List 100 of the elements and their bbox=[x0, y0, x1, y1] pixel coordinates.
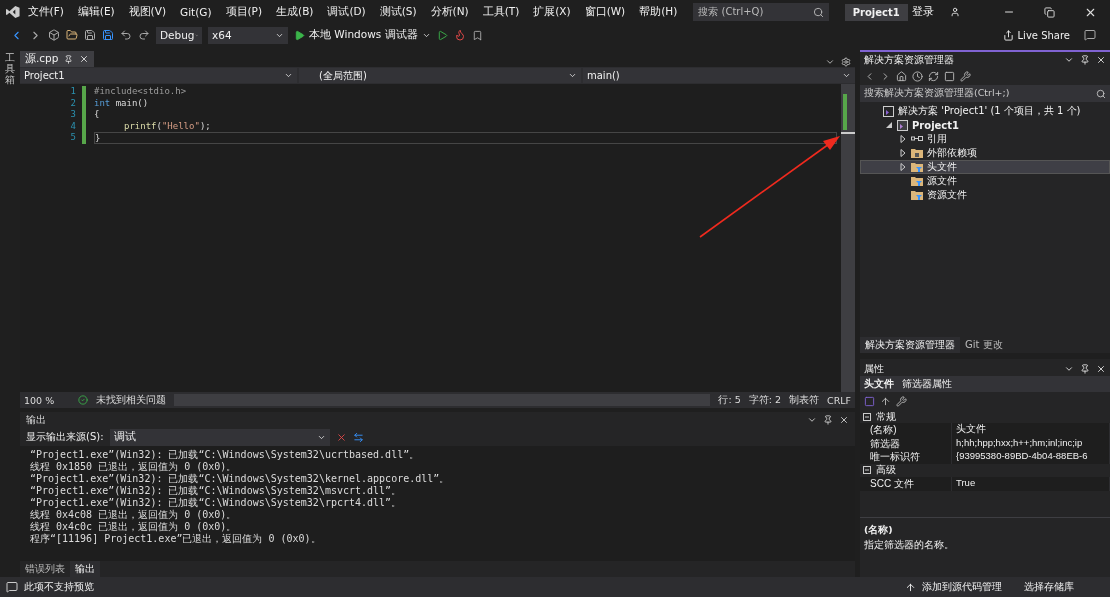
line-ending-status[interactable]: CRLF bbox=[827, 394, 851, 406]
menu-item[interactable]: 编辑(E) bbox=[71, 3, 121, 21]
menu-item[interactable]: 窗口(W) bbox=[578, 3, 632, 21]
panel-tab[interactable]: 解决方案资源管理器 bbox=[860, 337, 960, 353]
panel-tab[interactable]: 输出 bbox=[70, 561, 100, 577]
feedback-icon[interactable] bbox=[1084, 29, 1096, 41]
search-field[interactable]: 搜索解决方案资源管理器(Ctrl+;) bbox=[860, 85, 1110, 102]
collapsed-caret-icon[interactable] bbox=[899, 163, 907, 171]
property-value[interactable]: True bbox=[952, 476, 1110, 491]
source-dropdown[interactable]: 调试 bbox=[109, 428, 330, 446]
search-field[interactable]: 搜索 (Ctrl+Q) bbox=[693, 3, 829, 21]
flame-icon[interactable] bbox=[453, 29, 466, 41]
collapsed-caret-icon[interactable] bbox=[899, 135, 907, 143]
output-line: 线程 0x4c0c 已退出，返回值为 0 (0x0)。 bbox=[30, 521, 238, 533]
menu-item[interactable]: 工具(T) bbox=[476, 3, 526, 21]
account-icon[interactable] bbox=[949, 6, 960, 18]
filter-folder-icon bbox=[911, 162, 923, 172]
scope-dropdown[interactable]: (全局范围) bbox=[299, 68, 581, 83]
property-value[interactable]: {93995380-89BD-4b04-88EB-6 bbox=[952, 450, 1110, 464]
project-name: Project1 bbox=[844, 3, 908, 21]
pin-icon[interactable] bbox=[823, 415, 833, 425]
menu-item[interactable]: 分析(N) bbox=[424, 3, 475, 21]
tree-item[interactable]: 解决方案 'Project1' (1 个项目，共 1 个) bbox=[860, 104, 1110, 118]
description-title: (名称) bbox=[864, 524, 894, 537]
close-icon[interactable] bbox=[79, 54, 90, 64]
panel-tab[interactable]: Git 更改 bbox=[960, 337, 1008, 353]
pin-icon[interactable] bbox=[1080, 54, 1090, 65]
clear-icon[interactable] bbox=[335, 431, 347, 443]
property-name: SCC 文件 bbox=[860, 476, 952, 491]
word-wrap-icon[interactable] bbox=[352, 431, 364, 443]
settings-icon[interactable] bbox=[841, 57, 851, 67]
expanded-caret-icon[interactable] bbox=[885, 121, 893, 129]
redo-icon[interactable] bbox=[138, 29, 150, 41]
indent-status[interactable]: 制表符 bbox=[789, 393, 819, 407]
menu-item[interactable]: 调试(D) bbox=[321, 3, 372, 21]
close-icon[interactable] bbox=[1096, 363, 1106, 374]
pin-icon[interactable] bbox=[64, 54, 74, 64]
collapsed-caret-icon[interactable] bbox=[899, 149, 907, 157]
toolbox-tab[interactable]: 工具箱 bbox=[5, 52, 15, 577]
history-icon[interactable] bbox=[912, 70, 923, 82]
run-button[interactable]: 本地 Windows 调试器 bbox=[294, 28, 431, 42]
panel-title: 解决方案资源管理器 bbox=[864, 52, 954, 67]
output-line: “Project1.exe”(Win32): 已加载“C:\Windows\System32\msvcrt.dll”。 bbox=[30, 485, 403, 497]
zoom-dropdown[interactable]: 100 % bbox=[24, 394, 55, 406]
dropdown-icon[interactable] bbox=[825, 57, 835, 67]
menu-item[interactable]: 文件(F) bbox=[21, 3, 70, 21]
run-without-debug-icon[interactable] bbox=[436, 29, 448, 41]
wrench-icon[interactable] bbox=[960, 70, 971, 82]
menu-item[interactable]: 测试(S) bbox=[373, 3, 423, 21]
save-all-icon[interactable] bbox=[102, 29, 114, 41]
source-control-button[interactable]: 添加到源代码管理 bbox=[922, 580, 1002, 594]
category-label: 高级 bbox=[876, 463, 896, 477]
sign-in-link[interactable]: 登录 bbox=[911, 5, 934, 19]
panel-tab[interactable]: 错误列表 bbox=[20, 561, 70, 577]
live-share-button[interactable]: Live Share bbox=[1002, 29, 1070, 41]
menu-item[interactable]: 生成(B) bbox=[270, 3, 320, 21]
line-number: 1 bbox=[69, 86, 77, 98]
output-line: “Project1.exe”(Win32): 已加载“C:\Windows\System32\rpcrt4.dll”。 bbox=[30, 497, 403, 509]
line-number: 3 bbox=[69, 109, 77, 121]
save-icon[interactable] bbox=[84, 29, 96, 41]
code-line: int main() bbox=[94, 97, 150, 109]
preview-icon bbox=[6, 581, 18, 593]
tree-item[interactable]: 引用 bbox=[860, 132, 1110, 146]
pin-icon[interactable] bbox=[1080, 363, 1090, 374]
bookmark-icon[interactable] bbox=[471, 29, 483, 41]
solution-icon bbox=[883, 105, 894, 117]
line-number: 2 bbox=[69, 97, 77, 109]
line-status: 行: 5 bbox=[718, 393, 741, 407]
project-icon bbox=[897, 119, 908, 131]
tree-item[interactable]: 源文件 bbox=[860, 174, 1110, 188]
wrench-icon[interactable] bbox=[896, 395, 907, 407]
restore-icon[interactable] bbox=[1044, 6, 1056, 18]
tree-item[interactable]: Project1 bbox=[860, 118, 1110, 132]
dropdown-icon[interactable] bbox=[807, 415, 817, 425]
tree-item[interactable]: 外部依赖项 bbox=[860, 146, 1110, 160]
close-icon[interactable] bbox=[1096, 54, 1106, 65]
menu-item[interactable]: 项目(P) bbox=[219, 3, 269, 21]
platform-dropdown[interactable]: x64 bbox=[208, 26, 288, 44]
tree-item[interactable]: 头文件 bbox=[860, 160, 1110, 174]
menu-item[interactable]: 帮助(H) bbox=[633, 3, 684, 21]
home-icon[interactable] bbox=[896, 70, 907, 82]
issues-status[interactable]: 未找到相关问题 bbox=[96, 393, 167, 407]
close-icon[interactable] bbox=[839, 415, 849, 425]
property-name: (名称) bbox=[860, 423, 952, 437]
output-line: 程序“[11196] Project1.exe”已退出，返回值为 0 (0x0)。 bbox=[30, 533, 322, 545]
undo-icon[interactable] bbox=[120, 29, 132, 41]
document-tab[interactable]: 源.cpp bbox=[20, 51, 95, 67]
menu-item[interactable]: 扩展(X) bbox=[527, 3, 577, 21]
open-folder-icon[interactable] bbox=[66, 29, 78, 41]
menu-item[interactable]: Git(G) bbox=[174, 4, 218, 20]
tree-item[interactable]: 资源文件 bbox=[860, 188, 1110, 202]
project-dropdown[interactable]: Project1 bbox=[20, 68, 297, 83]
menu-item[interactable]: 视图(V) bbox=[122, 3, 172, 21]
property-value[interactable]: 头文件 bbox=[952, 423, 1110, 437]
configuration-dropdown[interactable]: Debug bbox=[156, 26, 202, 44]
output-line: 线程 0x1850 已退出，返回值为 0 (0x0)。 bbox=[30, 461, 238, 473]
repository-button[interactable]: 选择存储库 bbox=[1024, 580, 1074, 594]
object-dropdown[interactable]: 头文件 筛选器属性 bbox=[860, 376, 1110, 392]
sync-icon[interactable] bbox=[928, 70, 939, 82]
member-dropdown[interactable]: main() bbox=[583, 68, 855, 83]
